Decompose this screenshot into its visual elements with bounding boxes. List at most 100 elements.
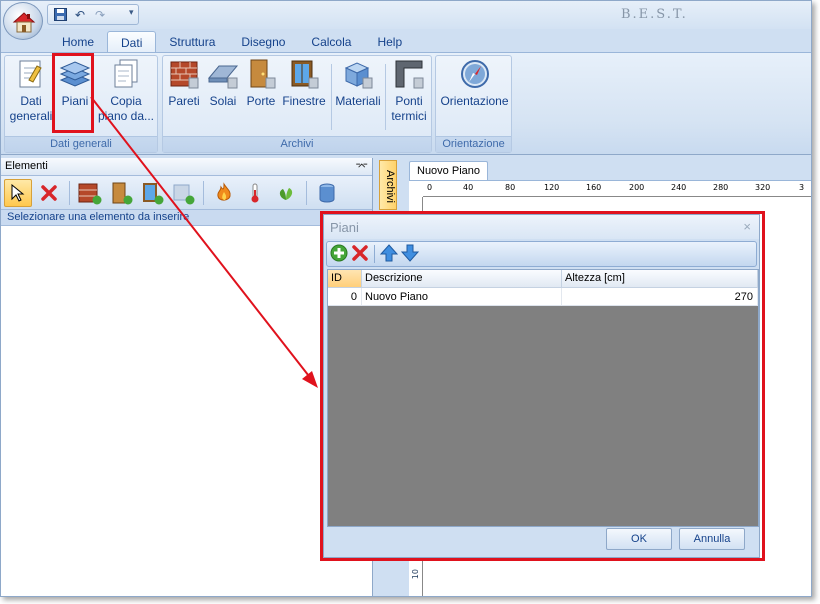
brick-wall-icon: [168, 58, 200, 90]
title-bar: ↶ ↷ ▾ B.E.S.T.: [1, 1, 811, 29]
floor-slab-icon: [207, 58, 239, 90]
insert-wall-icon[interactable]: [76, 179, 104, 207]
door-icon: [245, 58, 277, 90]
insert-window-icon[interactable]: [138, 179, 166, 207]
house-logo-icon: [12, 12, 36, 33]
solai-button[interactable]: Solai: [205, 58, 241, 109]
horizontal-ruler: 0 40 80 120 160 200 240 280 320 3: [423, 181, 811, 197]
copia-label-1: Copia: [110, 94, 142, 108]
pareti-button[interactable]: Pareti: [165, 58, 203, 109]
window-icon: [288, 58, 320, 90]
ruler-tick: 10: [411, 569, 420, 580]
archivi-side-tab[interactable]: Archivi: [379, 160, 397, 210]
orientazione-button[interactable]: Orientazione: [438, 58, 511, 109]
finestre-label: Finestre: [282, 94, 326, 108]
pareti-label: Pareti: [168, 94, 200, 108]
app-menu-button[interactable]: [3, 2, 43, 40]
porte-label: Porte: [246, 94, 276, 108]
tab-home[interactable]: Home: [49, 31, 107, 53]
thermometer-icon[interactable]: [241, 179, 269, 207]
tab-struttura[interactable]: Struttura: [156, 31, 228, 53]
toolbar-separator: [69, 180, 70, 205]
layers-icon: [59, 58, 91, 90]
pin-icon[interactable]: ⌤: [355, 160, 368, 173]
materiali-button[interactable]: Materiali: [334, 58, 382, 109]
annulla-button[interactable]: Annulla: [679, 528, 745, 550]
table-cell-id[interactable]: 0: [328, 288, 362, 306]
redo-icon[interactable]: ↷: [93, 8, 107, 22]
database-icon[interactable]: [313, 179, 341, 207]
close-icon[interactable]: ×: [743, 219, 751, 234]
elements-panel-header: Elementi ⌤: [1, 158, 372, 176]
document-tab[interactable]: Nuovo Piano: [409, 161, 488, 180]
group-label-orientazione: Orientazione: [436, 136, 511, 152]
compass-icon: [459, 58, 491, 90]
move-down-icon[interactable]: [400, 244, 420, 265]
orientazione-label: Orientazione: [440, 94, 509, 108]
tab-calcola[interactable]: Calcola: [298, 31, 364, 53]
ribbon-tabs: Home Dati Struttura Disegno Calcola Help: [49, 31, 415, 53]
ruler-tick: 280: [713, 183, 729, 192]
dati-generali-button[interactable]: Dati generali: [9, 58, 53, 124]
vegetation-icon[interactable]: [272, 179, 300, 207]
dati-generali-label-1: Dati: [20, 94, 42, 108]
add-icon[interactable]: [330, 244, 348, 265]
ok-button[interactable]: OK: [606, 528, 672, 550]
group-label-dati-generali: Dati generali: [5, 136, 157, 152]
ruler-tick: 160: [586, 183, 602, 192]
ponti-label-1: Ponti: [395, 94, 423, 108]
piani-dialog: Piani × ID Descrizione Altezza [cm] 0 Nu…: [323, 214, 760, 558]
materiali-label: Materiali: [335, 94, 381, 108]
copy-page-icon: [110, 58, 142, 90]
ribbon: Dati generali Piani Copia piano da... Da…: [1, 52, 811, 155]
tab-dati[interactable]: Dati: [107, 31, 157, 53]
copia-label-2: piano da...: [97, 109, 155, 123]
column-header-altezza[interactable]: Altezza [cm]: [562, 270, 758, 288]
ruler-tick: 320: [755, 183, 771, 192]
thermal-bridge-icon: [393, 58, 425, 90]
group-label-archivi: Archivi: [163, 136, 431, 152]
tab-disegno[interactable]: Disegno: [228, 31, 298, 53]
customize-qat-icon[interactable]: ▾: [129, 7, 134, 18]
dialog-toolbar: [326, 241, 757, 267]
group-archivi: Pareti Solai Porte Finestre Materiali Po…: [162, 55, 432, 153]
piani-grid: ID Descrizione Altezza [cm] 0 Nuovo Pian…: [327, 269, 759, 527]
toolbar-separator: [306, 180, 307, 205]
tab-help[interactable]: Help: [364, 31, 415, 53]
ribbon-separator: [331, 64, 332, 130]
column-header-descrizione[interactable]: Descrizione: [362, 270, 562, 288]
ruler-tick: 0: [427, 183, 433, 192]
elements-toolbar: [1, 176, 372, 210]
save-icon[interactable]: [53, 8, 67, 22]
delete-icon[interactable]: [351, 244, 369, 265]
group-dati-generali: Dati generali Piani Copia piano da... Da…: [4, 55, 158, 153]
ruler-tick: 40: [463, 183, 474, 192]
table-cell-altezza[interactable]: 270: [562, 288, 758, 306]
column-header-id[interactable]: ID: [328, 270, 362, 288]
toolbar-separator: [374, 245, 375, 263]
ruler-tick: 80: [505, 183, 516, 192]
ponti-label-2: termici: [391, 109, 427, 123]
dialog-footer: OK Annulla: [324, 527, 759, 557]
heat-source-icon[interactable]: [210, 179, 238, 207]
dialog-title-bar: Piani ×: [324, 215, 759, 239]
ruler-tick: 120: [544, 183, 560, 192]
pointer-tool-icon[interactable]: [4, 178, 32, 207]
porte-button[interactable]: Porte: [243, 58, 279, 109]
ruler-tick: 3: [799, 183, 805, 192]
delete-tool-icon[interactable]: [35, 179, 63, 207]
undo-icon[interactable]: ↶: [73, 8, 87, 22]
move-up-icon[interactable]: [379, 243, 399, 265]
copia-piano-button[interactable]: Copia piano da...: [97, 58, 155, 124]
ponti-termici-button[interactable]: Ponti termici: [388, 58, 430, 124]
clipboard-check-icon: [15, 58, 47, 90]
insert-slab-icon[interactable]: [169, 179, 197, 207]
elements-hint: Selezionare una elemento da inserire: [1, 210, 372, 226]
toolbar-separator: [203, 180, 204, 205]
ruler-tick: 240: [671, 183, 687, 192]
finestre-button[interactable]: Finestre: [281, 58, 327, 109]
insert-door-icon[interactable]: [107, 179, 135, 207]
piani-button[interactable]: Piani: [57, 58, 93, 109]
table-cell-descrizione[interactable]: Nuovo Piano: [362, 288, 562, 306]
materials-cube-icon: [342, 58, 374, 90]
